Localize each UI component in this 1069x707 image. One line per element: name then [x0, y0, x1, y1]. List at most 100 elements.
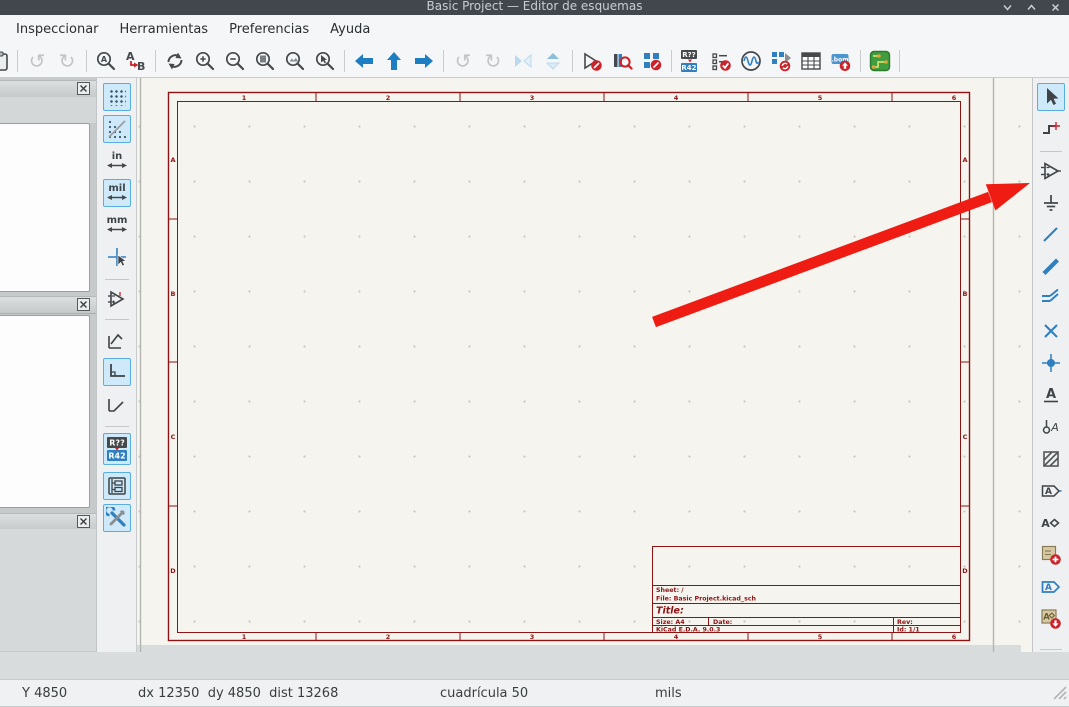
- canvas-horizontal-scrollbar[interactable]: [137, 645, 1021, 652]
- svg-text:A: A: [1045, 487, 1052, 497]
- hierarchical-label-tool[interactable]: A: [1037, 509, 1065, 537]
- menu-preferencias[interactable]: Preferencias: [227, 19, 311, 40]
- zoom-page-icon[interactable]: [250, 47, 280, 75]
- panel-1-content[interactable]: [0, 123, 90, 292]
- symbol-editor-icon[interactable]: [577, 47, 607, 75]
- zoom-cursor-icon[interactable]: [310, 47, 340, 75]
- wire-to-bus-entry-tool[interactable]: [1037, 285, 1065, 313]
- directive-label-tool[interactable]: A: [1037, 413, 1065, 441]
- show-hidden-pins-icon[interactable]: [103, 285, 131, 313]
- panel-2-content[interactable]: [0, 315, 90, 508]
- hierarchical-sheet-tool[interactable]: [1037, 541, 1065, 569]
- erc-check-icon[interactable]: [706, 47, 736, 75]
- menu-ayuda[interactable]: Ayuda: [328, 19, 372, 40]
- draw-bus-tool[interactable]: [1037, 253, 1065, 281]
- right-toolbar: A A A A A A: [1032, 78, 1069, 652]
- left-dock-panels: tas enes elementos: [0, 78, 96, 679]
- left-toolbar: in mil mm R?? R42: [96, 78, 136, 652]
- status-grid: cuadrícula 50: [440, 686, 528, 701]
- panel-close-icon[interactable]: [77, 515, 90, 528]
- svg-text:R42: R42: [681, 64, 696, 72]
- symbol-library-browser-icon[interactable]: [607, 47, 637, 75]
- draw-wire-tool[interactable]: [1037, 221, 1065, 249]
- nav-back-icon[interactable]: [349, 47, 379, 75]
- zoom-fit-icon[interactable]: A: [91, 47, 121, 75]
- main-toolbar: ↺ ↻ A AB ↺ ↻: [0, 44, 1069, 78]
- bom-export-icon[interactable]: .bom: [826, 47, 856, 75]
- svg-text:R??: R??: [109, 439, 125, 448]
- bottom-band: [0, 652, 1069, 679]
- window-maximize-icon[interactable]: [1026, 2, 1037, 13]
- rotate-ccw-icon[interactable]: ↺: [448, 47, 478, 75]
- panel-1-toolbar-area: [0, 97, 96, 123]
- svg-text:A: A: [1041, 517, 1050, 530]
- rule-area-tool[interactable]: [1037, 445, 1065, 473]
- statusbar: Y 4850 dx 12350 dy 4850 dist 13268 cuadr…: [0, 679, 1069, 706]
- nav-forward-icon[interactable]: [409, 47, 439, 75]
- mirror-horizontal-icon[interactable]: [508, 47, 538, 75]
- window-close-icon[interactable]: [1050, 2, 1061, 13]
- no-connect-flag-tool[interactable]: [1037, 317, 1065, 345]
- select-tool[interactable]: [1037, 83, 1065, 111]
- units-inches-icon[interactable]: in: [103, 147, 131, 175]
- open-pcb-editor-icon[interactable]: [865, 47, 895, 75]
- paste-icon[interactable]: [0, 47, 13, 75]
- highlight-net-tool[interactable]: [1037, 115, 1065, 143]
- junction-tool[interactable]: [1037, 349, 1065, 377]
- lines-45-degree-icon[interactable]: [103, 390, 131, 418]
- annotate-automatically-icon[interactable]: R?? R42: [103, 433, 131, 465]
- net-label-tool[interactable]: A: [1037, 381, 1065, 409]
- refresh-view-icon[interactable]: [160, 47, 190, 75]
- symbol-fields-table-icon[interactable]: [796, 47, 826, 75]
- lines-90-degree-icon[interactable]: [103, 358, 131, 386]
- titlebar: Basic Project — Editor de esquemas: [0, 0, 1069, 15]
- svg-text:A: A: [1046, 387, 1056, 402]
- edit-symbols-icon[interactable]: [637, 47, 667, 75]
- cursor-shape-icon[interactable]: [103, 243, 131, 271]
- svg-text:R42: R42: [108, 452, 125, 461]
- zoom-out-icon[interactable]: [220, 47, 250, 75]
- svg-text:A: A: [1050, 421, 1059, 434]
- import-sheet-pin-tool[interactable]: A: [1037, 605, 1065, 633]
- global-label-tool[interactable]: A: [1037, 477, 1065, 505]
- properties-panel-icon[interactable]: [103, 504, 131, 532]
- menu-herramientas[interactable]: Herramientas: [118, 19, 211, 40]
- mirror-vertical-icon[interactable]: [538, 47, 568, 75]
- redo-icon[interactable]: ↻: [52, 47, 82, 75]
- grid-overrides-icon[interactable]: [103, 115, 131, 143]
- show-grid-icon[interactable]: [103, 83, 131, 111]
- lines-free-angle-icon[interactable]: [103, 326, 131, 354]
- panel-close-icon[interactable]: [77, 298, 90, 311]
- nav-up-icon[interactable]: [379, 47, 409, 75]
- window-title: Basic Project — Editor de esquemas: [0, 0, 1069, 13]
- hierarchy-navigator-icon[interactable]: [103, 472, 131, 500]
- zoom-to-objects-icon[interactable]: AB: [121, 47, 151, 75]
- sheet-pin-tool[interactable]: A: [1037, 573, 1065, 601]
- panel-header-2[interactable]: [0, 296, 96, 314]
- svg-text:A: A: [1045, 583, 1052, 593]
- undo-icon[interactable]: ↺: [22, 47, 52, 75]
- menu-inspeccionar[interactable]: Inspeccionar: [14, 19, 101, 40]
- panel-3-content[interactable]: tas enes elementos: [0, 529, 96, 651]
- svg-text:B: B: [137, 60, 145, 73]
- window-restore-icon[interactable]: [1002, 2, 1013, 13]
- update-pcb-from-schematic-icon[interactable]: [766, 47, 796, 75]
- units-mm-icon[interactable]: mm: [103, 211, 131, 239]
- panel-close-icon[interactable]: [77, 82, 90, 95]
- zoom-in-icon[interactable]: [190, 47, 220, 75]
- place-symbol-tool[interactable]: [1037, 157, 1065, 185]
- svg-text:A: A: [101, 55, 108, 64]
- svg-text:A: A: [1043, 613, 1050, 623]
- rotate-cw-icon[interactable]: ↻: [478, 47, 508, 75]
- place-power-port-tool[interactable]: [1037, 189, 1065, 217]
- units-mils-icon[interactable]: mil: [103, 179, 131, 207]
- status-cursor-y: Y 4850: [22, 686, 67, 701]
- panel-header-1[interactable]: [0, 80, 96, 98]
- menubar: Inspeccionar Herramientas Preferencias A…: [0, 15, 1069, 44]
- zoom-selection-icon[interactable]: [280, 47, 310, 75]
- status-deltas: dx 12350 dy 4850 dist 13268: [138, 686, 338, 701]
- schematic-canvas[interactable]: [137, 78, 1032, 652]
- resize-grip[interactable]: [1049, 682, 1067, 704]
- annotate-icon[interactable]: R??R42: [676, 47, 706, 75]
- simulator-icon[interactable]: [736, 47, 766, 75]
